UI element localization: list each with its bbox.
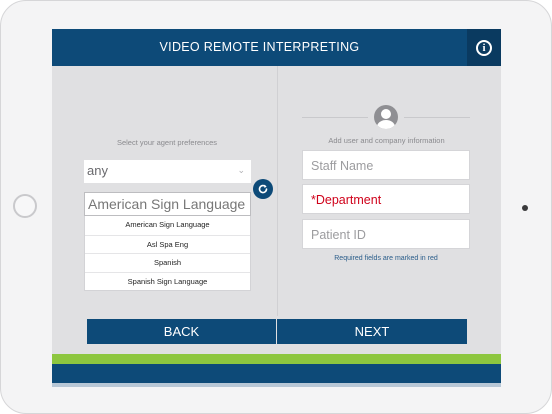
language-option[interactable]: Spanish [85,253,250,272]
chevron-down-icon: ⌄ [237,165,245,175]
app-header: VIDEO REMOTE INTERPRETING i [52,29,501,66]
language-dropdown-list: American Sign Language Asl Spa Eng Spani… [84,216,251,291]
staff-name-field[interactable]: Staff Name [302,150,470,180]
agent-preference-select[interactable]: any ⌄ [84,160,251,183]
language-option[interactable]: American Sign Language [85,216,250,235]
language-input[interactable]: American Sign Language [84,192,251,216]
camera-dot [522,205,528,211]
language-option[interactable]: Spanish Sign Language [85,271,250,291]
app-screen: VIDEO REMOTE INTERPRETING i Select your … [52,29,501,387]
agent-preference-value: any [87,163,108,178]
user-info-label: Add user and company information [328,136,445,145]
avatar-divider-left [302,117,368,118]
panel-divider [277,66,278,316]
bottom-edge [52,383,501,387]
accent-bar [52,354,501,364]
next-button[interactable]: NEXT [277,319,467,344]
back-button[interactable]: BACK [87,319,276,344]
home-button[interactable] [13,194,37,218]
info-icon: i [476,39,492,56]
avatar-divider-right [404,117,470,118]
language-option[interactable]: Asl Spa Eng [85,234,250,254]
required-fields-note: Required fields are marked in red [334,255,438,262]
department-field[interactable]: *Department [302,184,470,214]
refresh-icon [258,184,268,194]
tablet-frame: VIDEO REMOTE INTERPRETING i Select your … [0,0,552,414]
agent-preferences-label: Select your agent preferences [116,138,218,147]
page-title: VIDEO REMOTE INTERPRETING [159,40,360,54]
user-avatar-icon [374,105,398,129]
patient-id-field[interactable]: Patient ID [302,219,470,249]
refresh-button[interactable] [253,179,273,199]
info-button[interactable]: i [467,29,501,66]
